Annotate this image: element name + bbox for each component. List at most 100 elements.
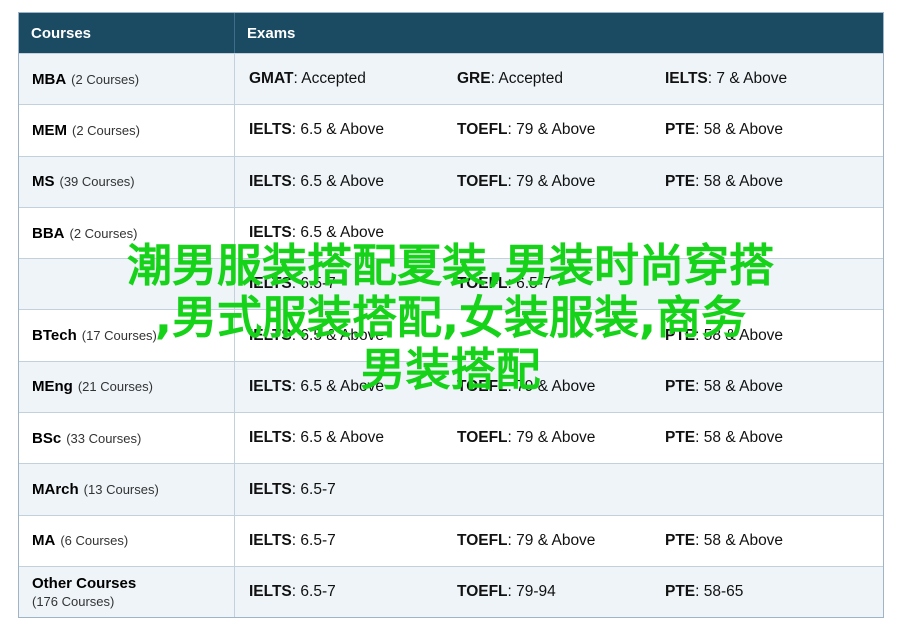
exam-name: PTE [665, 583, 696, 601]
exam-requirement: IELTS: 6.5 & Above [235, 378, 443, 396]
exam-requirement: PTE: 58 & Above [651, 121, 859, 139]
table-row: BBA (2 Courses) IELTS: 6.5 & Above [19, 206, 883, 259]
course-name[interactable]: MEM [32, 122, 67, 139]
exam-name: GMAT [249, 70, 294, 88]
course-count: (13 Courses) [83, 482, 159, 498]
exam-score: : 6.5 & Above [291, 377, 384, 395]
course-name[interactable]: MA [32, 532, 55, 549]
exam-requirement: IELTS: 6.5 & Above [235, 224, 443, 242]
exam-name: TOEFL [457, 121, 508, 139]
table-row: BSc (33 Courses) IELTS: 6.5 & Above TOEFL: … [19, 412, 883, 464]
exam-name: IELTS [249, 429, 292, 447]
exam-score: : 79 & Above [507, 172, 596, 190]
table-header: Courses Exams [19, 13, 883, 53]
exam-requirement: IELTS: 6.5 & Above [235, 173, 443, 191]
exam-name: PTE [665, 121, 696, 139]
exam-score: : 6.5-7 [291, 480, 336, 498]
course-name[interactable]: MEng [32, 378, 73, 395]
table-row: BTech (17 Courses) IELTS: 6.5 & Above PTE: … [19, 309, 883, 361]
exams-cell: IELTS: 6.5 & Above [235, 208, 883, 258]
course-count: (2 Courses) [69, 225, 138, 241]
exam-name: TOEFL [457, 531, 508, 549]
course-count: (17 Courses) [81, 328, 157, 344]
course-count: (2 Courses) [71, 71, 140, 87]
table-row: Other Courses (176 Courses) IELTS: 6.5-7 TO… [19, 565, 883, 618]
exam-name: TOEFL [457, 172, 508, 190]
exam-name: TOEFL [457, 583, 508, 601]
course-cell: BSc (33 Courses) [19, 413, 235, 464]
table-row: MEM (2 Courses) IELTS: 6.5 & Above TOEFL: 7… [19, 104, 883, 156]
courses-exams-table: Courses Exams MBA (2 Courses) GMAT: Accept… [18, 12, 884, 619]
course-cell: MEM (2 Courses) [19, 105, 235, 156]
exam-score: : 79 & Above [507, 377, 596, 395]
exam-name: GRE [457, 70, 491, 88]
exam-requirement: IELTS: 7 & Above [651, 70, 859, 88]
course-count: (21 Courses) [77, 379, 153, 395]
exams-cell: IELTS: 6.5 & Above TOEFL: 79 & Above PTE: … [235, 413, 883, 463]
table-row: MS (39 Courses) IELTS: 6.5 & Above TOEFL: 7… [19, 155, 883, 207]
table-row: MEng (21 Courses) IELTS: 6.5 & Above TOEFL:… [19, 360, 883, 413]
table-body: MBA (2 Courses) GMAT: Accepted GRE : Accepte… [19, 53, 883, 618]
exam-score: : 6.5 & Above [291, 224, 384, 242]
exam-requirement: IELTS: 6.5 & Above [235, 121, 443, 139]
course-name[interactable]: MS [32, 173, 55, 190]
exam-requirement: GMAT: Accepted [235, 70, 443, 88]
exam-requirement: TOEFL: 6.5-7 [443, 275, 651, 293]
exam-score: : 79-94 [507, 583, 556, 601]
exam-name: IELTS [249, 121, 292, 139]
exam-name: PTE [665, 377, 696, 395]
exam-requirement: PTE: 58 & Above [651, 327, 859, 345]
course-name[interactable]: MArch [32, 481, 79, 498]
exam-score: : 58 & Above [695, 172, 784, 190]
course-count: (176 Courses) [32, 594, 115, 610]
exam-requirement: IELTS: 6.5 & Above [235, 327, 443, 345]
exam-score: : 58 & Above [695, 326, 784, 344]
exam-score: : 6.5-7 [291, 531, 336, 549]
exam-name: IELTS [249, 531, 292, 549]
courses-header: Courses [19, 13, 235, 53]
exam-name: IELTS [249, 377, 292, 395]
exam-score: : 79 & Above [507, 121, 596, 139]
exam-requirement: PTE: 58 & Above [651, 378, 859, 396]
course-name[interactable]: Other Courses [32, 575, 136, 592]
exams-cell: IELTS: 6.5-7 [235, 464, 883, 514]
course-cell: MEng (21 Courses) [19, 361, 235, 413]
exam-score: : 79 & Above [507, 531, 596, 549]
exam-name: PTE [665, 172, 696, 190]
course-cell [19, 259, 235, 310]
exam-score: : 58-65 [695, 583, 744, 601]
exam-score: : 58 & Above [695, 377, 784, 395]
exam-requirement: IELTS: 6.5-7 [235, 583, 443, 601]
exam-name: IELTS [249, 480, 292, 498]
exam-requirement: IELTS: 6.5 & Above [235, 429, 443, 447]
exam-requirement: TOEFL: 79-94 [443, 583, 651, 601]
exam-requirement: IELTS: 6.5-7 [235, 481, 443, 499]
exam-requirement: IELTS: 6.5-7 [235, 275, 443, 293]
exam-name: PTE [665, 326, 696, 344]
exam-score: : 58 & Above [695, 429, 784, 447]
course-cell: MS (39 Courses) [19, 156, 235, 207]
exams-cell: IELTS: 6.5 & Above TOEFL: 79 & Above PTE: … [235, 105, 883, 155]
exam-requirement: PTE: 58 & Above [651, 532, 859, 550]
exams-header: Exams [247, 24, 296, 42]
course-count: (2 Courses) [72, 122, 140, 138]
exam-score: : 6.5 & Above [291, 172, 384, 190]
exam-score: : 7 & Above [707, 70, 788, 88]
course-name[interactable]: BSc [32, 430, 61, 447]
table-row: IELTS: 6.5-7 TOEFL: 6.5-7 [19, 258, 883, 310]
exam-requirement: PTE: 58-65 [651, 583, 859, 601]
exam-requirement: PTE: 58 & Above [651, 429, 859, 447]
exam-requirement: TOEFL: 79 & Above [443, 429, 651, 447]
course-count: (33 Courses) [66, 430, 142, 446]
exam-requirement: TOEFL: 79 & Above [443, 378, 651, 396]
course-cell: Other Courses (176 Courses) [19, 566, 235, 618]
exam-name: IELTS [249, 172, 292, 190]
exams-cell: IELTS: 6.5 & Above PTE: 58 & Above [235, 310, 883, 360]
course-name[interactable]: MBA [32, 71, 66, 88]
exam-score: : 58 & Above [695, 531, 784, 549]
exam-score: : 6.5-7 [507, 275, 552, 293]
exam-score: : 6.5-7 [291, 583, 336, 601]
course-name[interactable]: BBA [32, 225, 65, 242]
exam-score: : Accepted [293, 70, 366, 88]
course-name[interactable]: BTech [32, 327, 77, 344]
